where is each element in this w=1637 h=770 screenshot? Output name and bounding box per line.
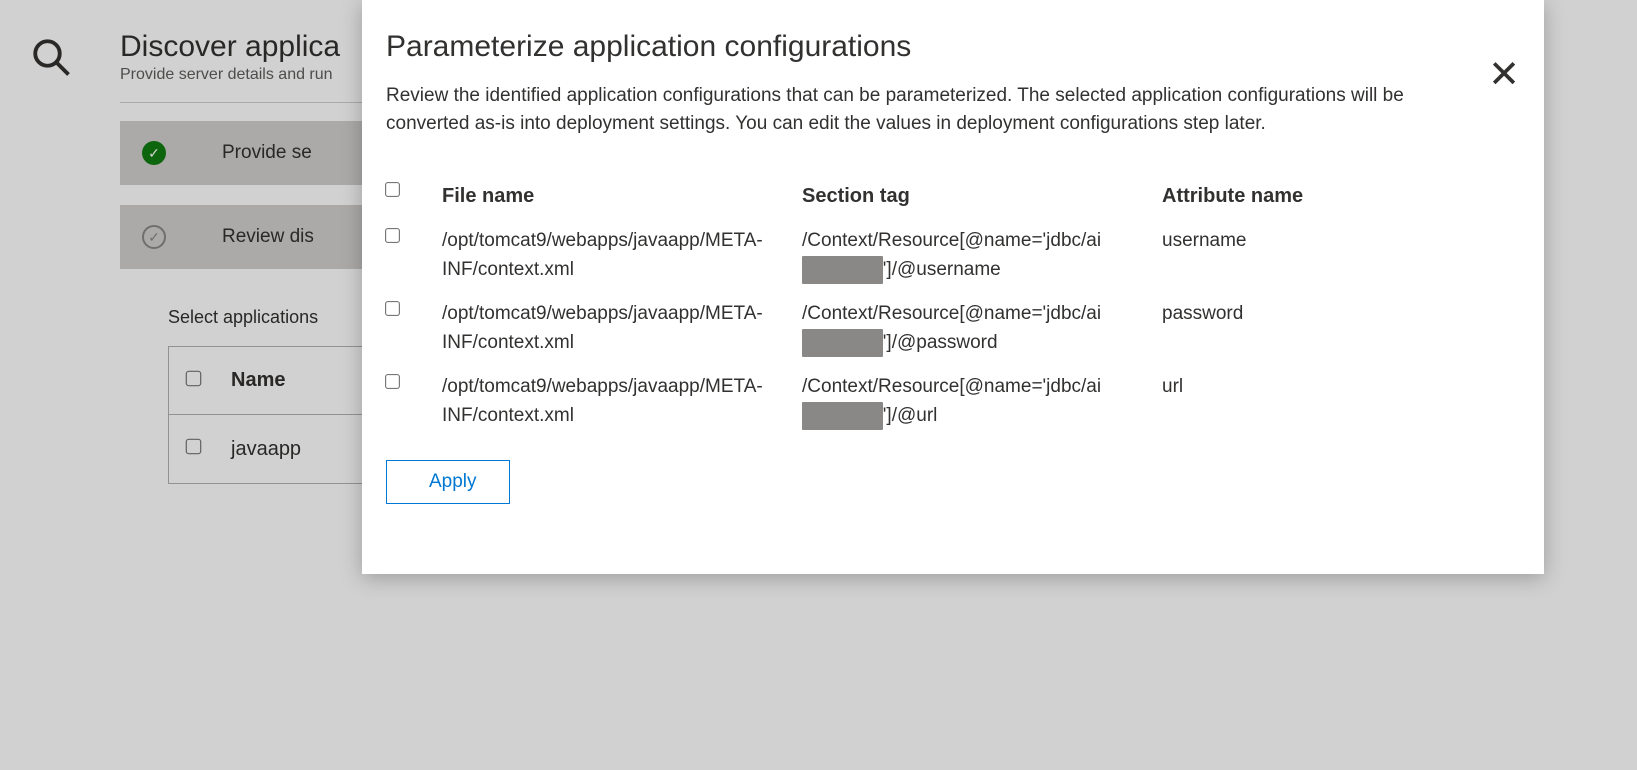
attribute-cell: username (1162, 227, 1504, 256)
redacted-text: ██████ (802, 329, 883, 358)
section-tag-cell: /Context/Resource[@name='jdbc/ai ██████'… (802, 373, 1162, 430)
attribute-cell: password (1162, 300, 1504, 329)
modal-description: Review the identified application config… (386, 82, 1446, 137)
section-tag-cell: /Context/Resource[@name='jdbc/ai ██████'… (802, 227, 1162, 284)
apply-button[interactable]: Apply (386, 460, 510, 504)
col-header-section-tag: Section tag (802, 181, 1162, 211)
select-all-checkbox[interactable] (385, 182, 400, 197)
row-checkbox[interactable] (385, 228, 400, 243)
table-header-row: File name Section tag Attribute name (386, 173, 1504, 219)
redacted-text: ██████ (802, 256, 883, 285)
attribute-cell: url (1162, 373, 1504, 402)
close-button[interactable]: ✕ (1488, 56, 1520, 94)
table-row: /opt/tomcat9/webapps/javaapp/META-INF/co… (386, 365, 1504, 438)
row-checkbox[interactable] (385, 301, 400, 316)
close-icon: ✕ (1488, 54, 1520, 96)
row-checkbox[interactable] (385, 374, 400, 389)
modal-title: Parameterize application configurations (386, 30, 1504, 64)
file-name-cell: /opt/tomcat9/webapps/javaapp/META-INF/co… (442, 373, 802, 430)
col-header-file: File name (442, 181, 802, 211)
table-row: /opt/tomcat9/webapps/javaapp/META-INF/co… (386, 292, 1504, 365)
section-tag-cell: /Context/Resource[@name='jdbc/ai ██████'… (802, 300, 1162, 357)
file-name-cell: /opt/tomcat9/webapps/javaapp/META-INF/co… (442, 300, 802, 357)
col-header-attribute: Attribute name (1162, 181, 1504, 211)
table-row: /opt/tomcat9/webapps/javaapp/META-INF/co… (386, 219, 1504, 292)
parameterize-modal: ✕ Parameterize application configuration… (362, 0, 1544, 574)
redacted-text: ██████ (802, 402, 883, 431)
configurations-table: File name Section tag Attribute name /op… (386, 173, 1504, 438)
file-name-cell: /opt/tomcat9/webapps/javaapp/META-INF/co… (442, 227, 802, 284)
